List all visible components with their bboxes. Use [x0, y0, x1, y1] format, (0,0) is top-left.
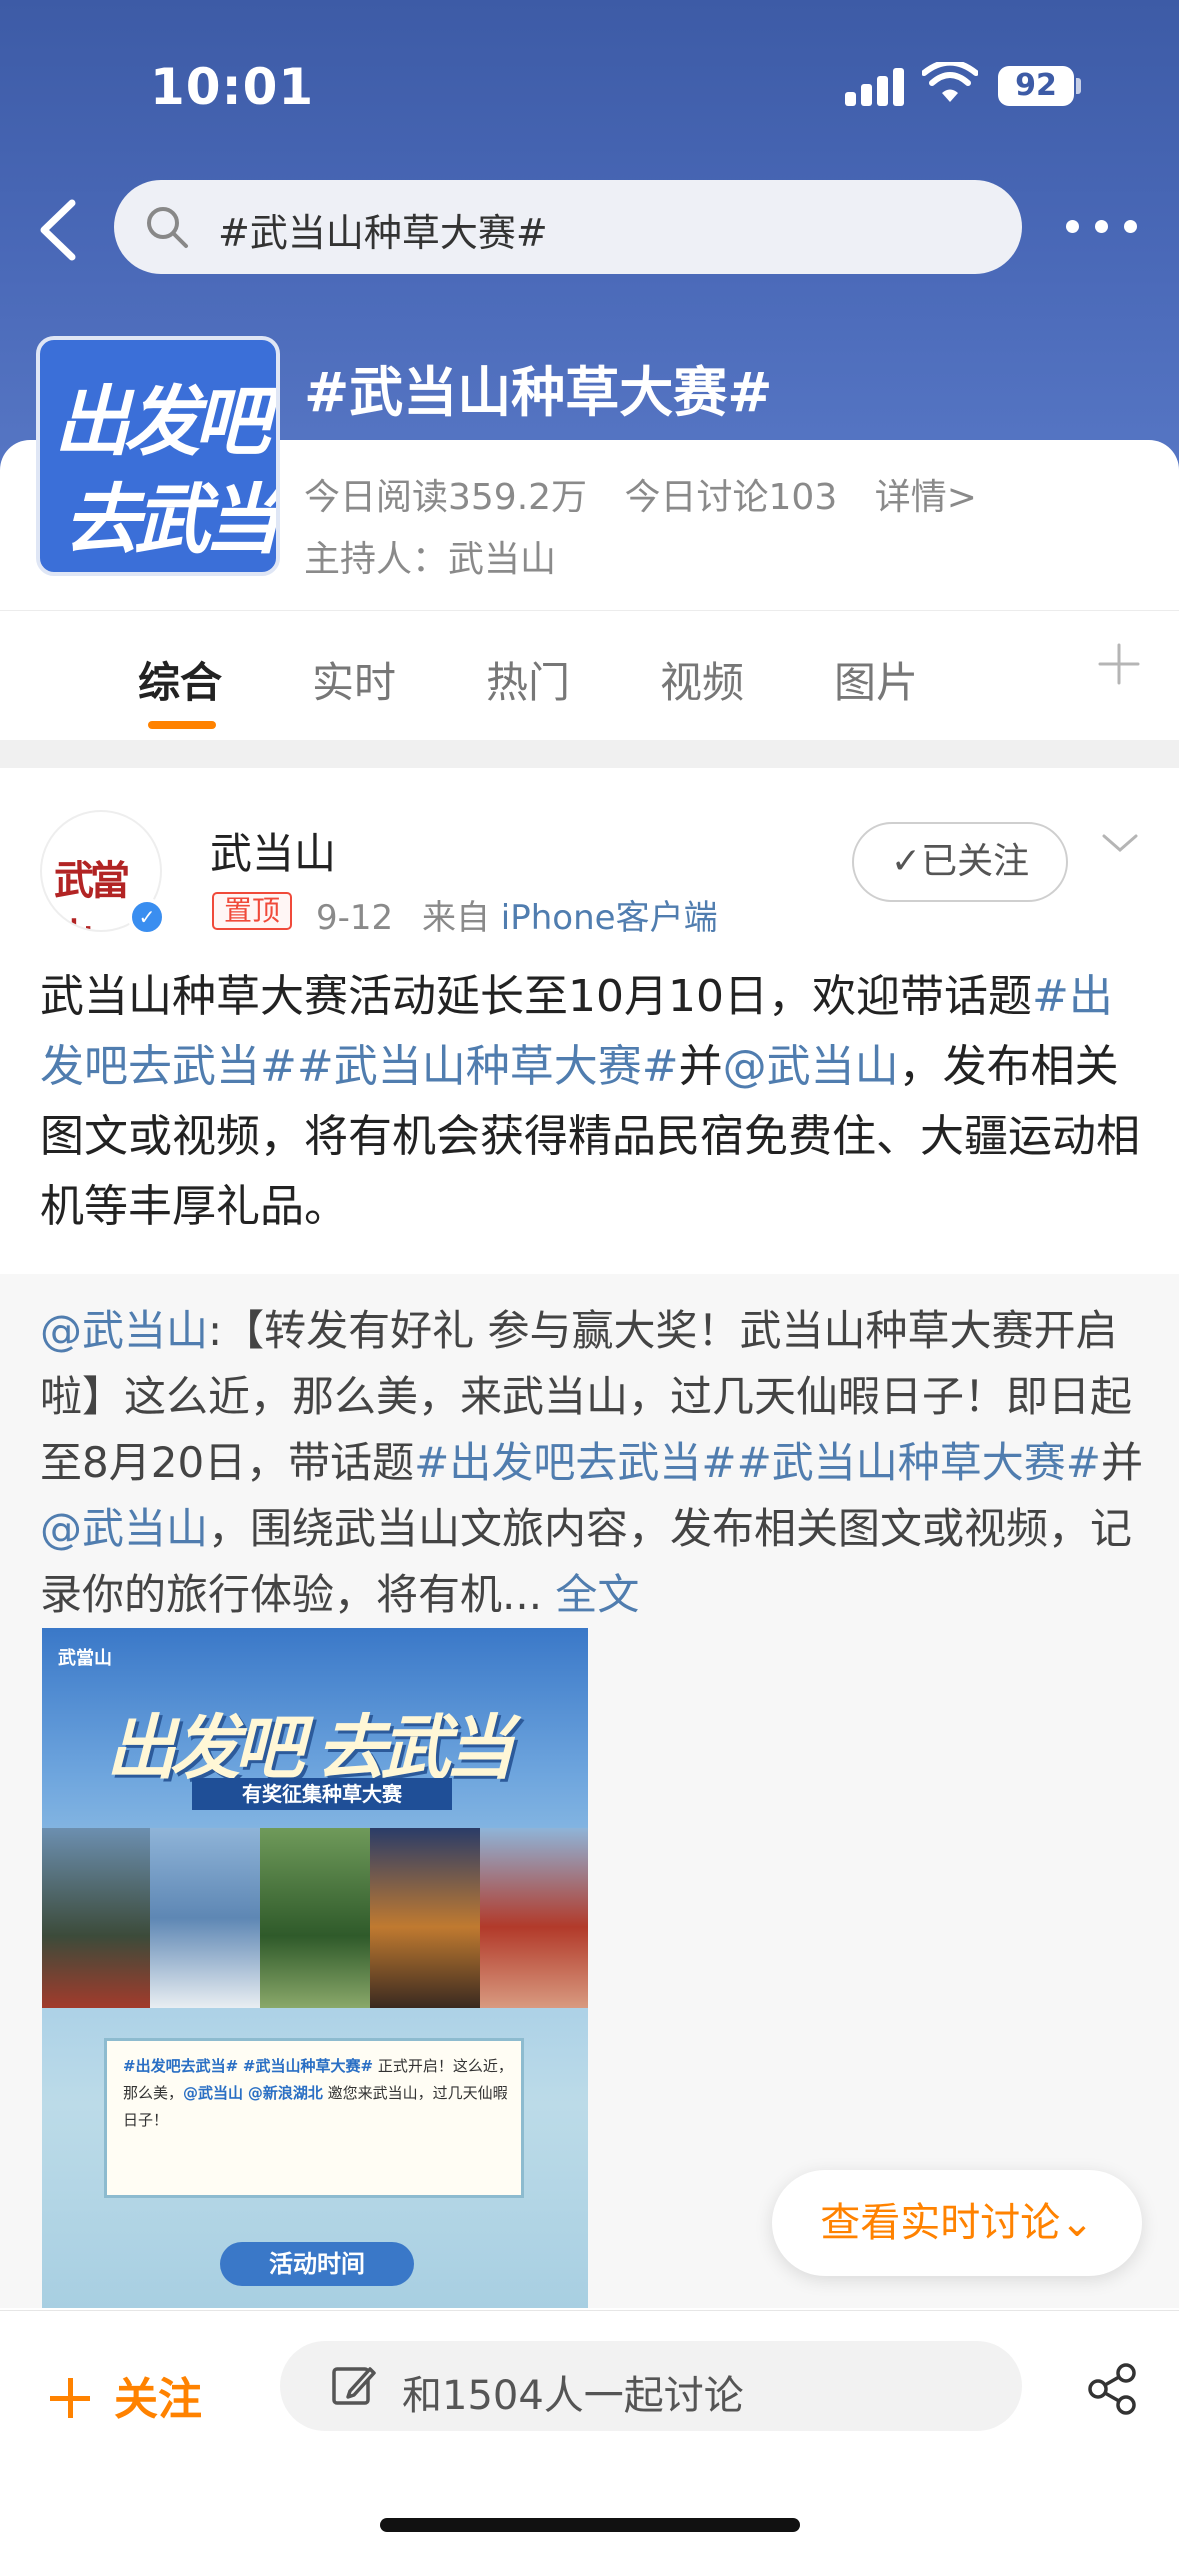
topic-host: 主持人：武当山 [304, 539, 557, 580]
search-input[interactable]: #武当山种草大赛# [114, 180, 1022, 274]
poster-photo [480, 1828, 588, 2008]
author-name[interactable]: 武当山 [210, 820, 336, 881]
chevron-down-icon[interactable] [1098, 828, 1142, 858]
repost-body: @武当山:【转发有好礼 参与赢大奖！武当山种草大赛开启啦】这么近，那么美，来武当… [40, 1298, 1150, 1628]
topic-stats: 今日阅读359.2万 今日讨论103 详情> [304, 468, 1003, 520]
repost-text-2: 并 [1100, 1438, 1143, 1487]
details-link[interactable]: 详情> [875, 477, 977, 518]
following-label: 已关注 [921, 841, 1030, 882]
post-date: 9-12 [316, 898, 394, 938]
poster-banner: 有奖征集种草大赛 [192, 1778, 452, 1810]
poster-photo [42, 1828, 152, 2008]
tab-hot[interactable]: 热门 [486, 649, 570, 710]
post-body: 武当山种草大赛活动延长至10月10日，欢迎带话题#出发吧去武当##武当山种草大赛… [40, 962, 1150, 1242]
signal-icon [845, 66, 907, 106]
back-icon[interactable] [30, 195, 90, 265]
section-divider [0, 740, 1179, 768]
tab-video[interactable]: 视频 [660, 649, 744, 710]
poster-badge: 武當山 [58, 1648, 112, 1669]
tab-comprehensive[interactable]: 综合 [138, 649, 222, 710]
post-source[interactable]: iPhone客户端 [501, 898, 718, 938]
reads-today: 今日阅读359.2万 [304, 477, 588, 518]
home-indicator [380, 2518, 800, 2532]
full-text-link[interactable]: 全文 [555, 1570, 639, 1619]
discussions-today: 今日讨论103 [624, 477, 838, 518]
active-tab-indicator [148, 721, 216, 729]
wifi-icon [922, 62, 978, 102]
live-discussion-label: 查看实时讨论 [820, 2200, 1061, 2246]
pinned-badge: 置顶 [212, 892, 293, 930]
poster-image[interactable]: 武當山 出发吧 去武当 有奖征集种草大赛 #出发吧去武当# #武当山种草大赛# … [42, 1628, 588, 2308]
search-icon [147, 207, 188, 248]
view-live-discussion-button[interactable]: 查看实时讨论⌄ [772, 2170, 1142, 2276]
post-source-prefix: 来自 [421, 898, 490, 938]
poster-hashtag: #出发吧去武当# [123, 2057, 239, 2075]
more-icon[interactable] [1066, 210, 1138, 240]
edit-icon [332, 2367, 376, 2405]
topic-logo: 出发吧 去武当 [36, 336, 280, 576]
hashtag-link[interactable]: #武当山种草大赛# [297, 1041, 679, 1092]
search-query: #武当山种草大赛# [218, 211, 548, 255]
post-meta: 9-12 来自 iPhone客户端 [316, 890, 718, 939]
following-button[interactable]: ✓已关注 [852, 822, 1068, 902]
reposted-content[interactable]: @武当山:【转发有好礼 参与赢大奖！武当山种草大赛开启啦】这么近，那么美，来武当… [0, 1274, 1179, 2308]
status-bar: 10:01 92 [0, 0, 1179, 160]
check-icon: ✓ [890, 841, 922, 882]
post-text-1: 武当山种草大赛活动延长至10月10日，欢迎带话题 [40, 971, 1032, 1022]
topic-title: #武当山种草大赛# [304, 361, 773, 424]
hashtag-link[interactable]: #武当山种草大赛# [737, 1438, 1101, 1487]
double-chevron-down-icon: ⌄ [1060, 2200, 1094, 2246]
follow-label: 关注 [114, 2374, 202, 2425]
topic-logo-line-2: 去武当 [64, 475, 276, 564]
discuss-input[interactable]: 和1504人一起讨论 [280, 2341, 1022, 2431]
tab-realtime[interactable]: 实时 [312, 649, 396, 710]
post-card: 武當山 ✓ 武当山 置顶 9-12 来自 iPhone客户端 ✓已关注 武当山种… [0, 768, 1179, 2308]
tab-images[interactable]: 图片 [834, 649, 918, 710]
poster-card-text: #出发吧去武当# #武当山种草大赛# 正式开启！这么近，那么美，@武当山 @新浪… [123, 2053, 513, 2134]
poster-text-card: #出发吧去武当# #武当山种草大赛# 正式开启！这么近，那么美，@武当山 @新浪… [104, 2038, 524, 2198]
share-icon[interactable] [1084, 2361, 1140, 2417]
verified-icon: ✓ [128, 898, 166, 936]
hashtag-link[interactable]: #出发吧去武当# [414, 1438, 736, 1487]
poster-mention: @武当山 [183, 2084, 244, 2102]
plus-icon [50, 2378, 90, 2418]
follow-topic-button[interactable]: 关注 [50, 2363, 202, 2427]
poster-hashtag: #武当山种草大赛# [242, 2057, 374, 2075]
post-text-2: 并 [678, 1041, 723, 1092]
poster-photo-strip [42, 1828, 588, 2008]
poster-mention: @新浪湖北 [247, 2084, 323, 2102]
battery-icon: 92 [998, 66, 1074, 106]
poster-photo [260, 1828, 370, 2008]
topic-logo-line-1: 出发吧 [54, 377, 270, 466]
poster-photo [370, 1828, 480, 2008]
status-time: 10:01 [150, 58, 315, 116]
battery-tip [1076, 78, 1081, 94]
mention-link[interactable]: @武当山 [40, 1306, 208, 1355]
poster-photo [150, 1828, 260, 2008]
tab-bar: 综合 实时 热门 视频 图片 [0, 610, 1179, 740]
mention-link[interactable]: @武当山 [40, 1504, 208, 1553]
mention-link[interactable]: @武当山 [723, 1041, 899, 1092]
plus-icon[interactable] [1096, 641, 1142, 687]
discuss-placeholder: 和1504人一起讨论 [402, 2373, 744, 2419]
poster-time-button: 活动时间 [220, 2242, 414, 2286]
